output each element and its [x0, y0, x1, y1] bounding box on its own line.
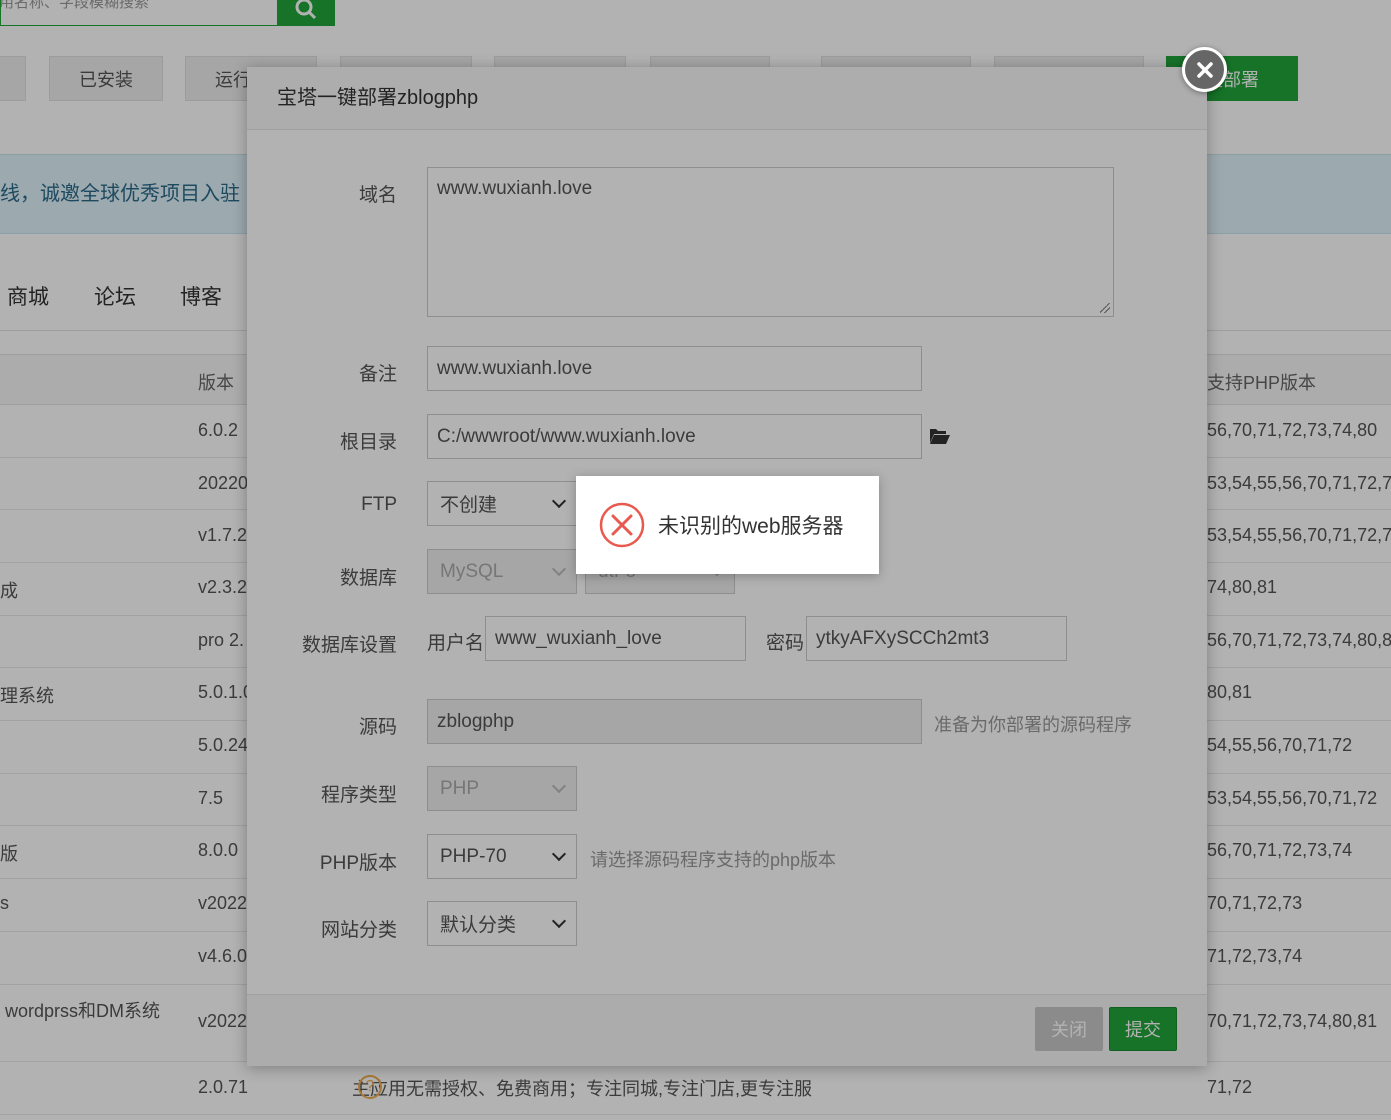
modal-title: 宝塔一键部署zblogphp — [247, 67, 1207, 130]
folder-open-icon[interactable] — [929, 427, 951, 445]
label-password: 密码 — [766, 633, 805, 654]
chevron-down-icon — [551, 846, 567, 862]
label-site-category: 网站分类 — [320, 920, 397, 941]
database-select[interactable]: MySQL — [427, 549, 577, 594]
site-category-select[interactable]: 默认分类 — [427, 901, 577, 946]
source-hint: 准备为你部署的源码程序 — [934, 715, 1132, 735]
modal-footer: 关闭 提交 — [247, 994, 1207, 1066]
ftp-select[interactable]: 不创建 — [427, 481, 577, 526]
label-root: 根目录 — [339, 432, 397, 453]
source-input[interactable]: zblogphp — [427, 699, 922, 744]
error-toast: 未识别的web服务器 — [576, 476, 879, 574]
chevron-down-icon — [551, 913, 567, 929]
label-remark: 备注 — [358, 364, 397, 385]
chevron-down-icon — [551, 778, 567, 794]
modal-close-button[interactable] — [1182, 47, 1227, 92]
php-version-select[interactable]: PHP-70 — [427, 834, 577, 879]
label-ftp: FTP — [361, 494, 397, 515]
program-type-select[interactable]: PHP — [427, 766, 577, 811]
domain-textarea[interactable]: www.wuxianh.love — [427, 167, 1114, 317]
resize-grip-icon[interactable] — [1100, 303, 1110, 313]
label-username: 用户名 — [427, 633, 485, 654]
chevron-down-icon — [551, 561, 567, 577]
root-dir-input[interactable]: C:/wwwroot/www.wuxianh.love — [427, 414, 922, 459]
toast-message: 未识别的web服务器 — [658, 515, 844, 538]
close-button[interactable]: 关闭 — [1035, 1007, 1103, 1051]
error-circle-icon — [599, 502, 645, 548]
label-database: 数据库 — [339, 568, 397, 589]
db-password-input[interactable]: ytkyAFXySCCh2mt3 — [806, 616, 1067, 661]
remark-input[interactable]: www.wuxianh.love — [427, 346, 922, 391]
php-version-hint: 请选择源码程序支持的php版本 — [590, 850, 837, 870]
label-domain: 域名 — [358, 185, 397, 206]
db-username-input[interactable]: www_wuxianh_love — [485, 616, 746, 661]
label-program-type: 程序类型 — [320, 785, 397, 806]
label-db-settings: 数据库设置 — [301, 635, 397, 656]
chevron-down-icon — [551, 493, 567, 509]
close-icon — [1196, 61, 1213, 78]
label-source: 源码 — [358, 717, 397, 738]
label-php-version: PHP版本 — [319, 853, 397, 874]
submit-button[interactable]: 提交 — [1109, 1007, 1177, 1051]
